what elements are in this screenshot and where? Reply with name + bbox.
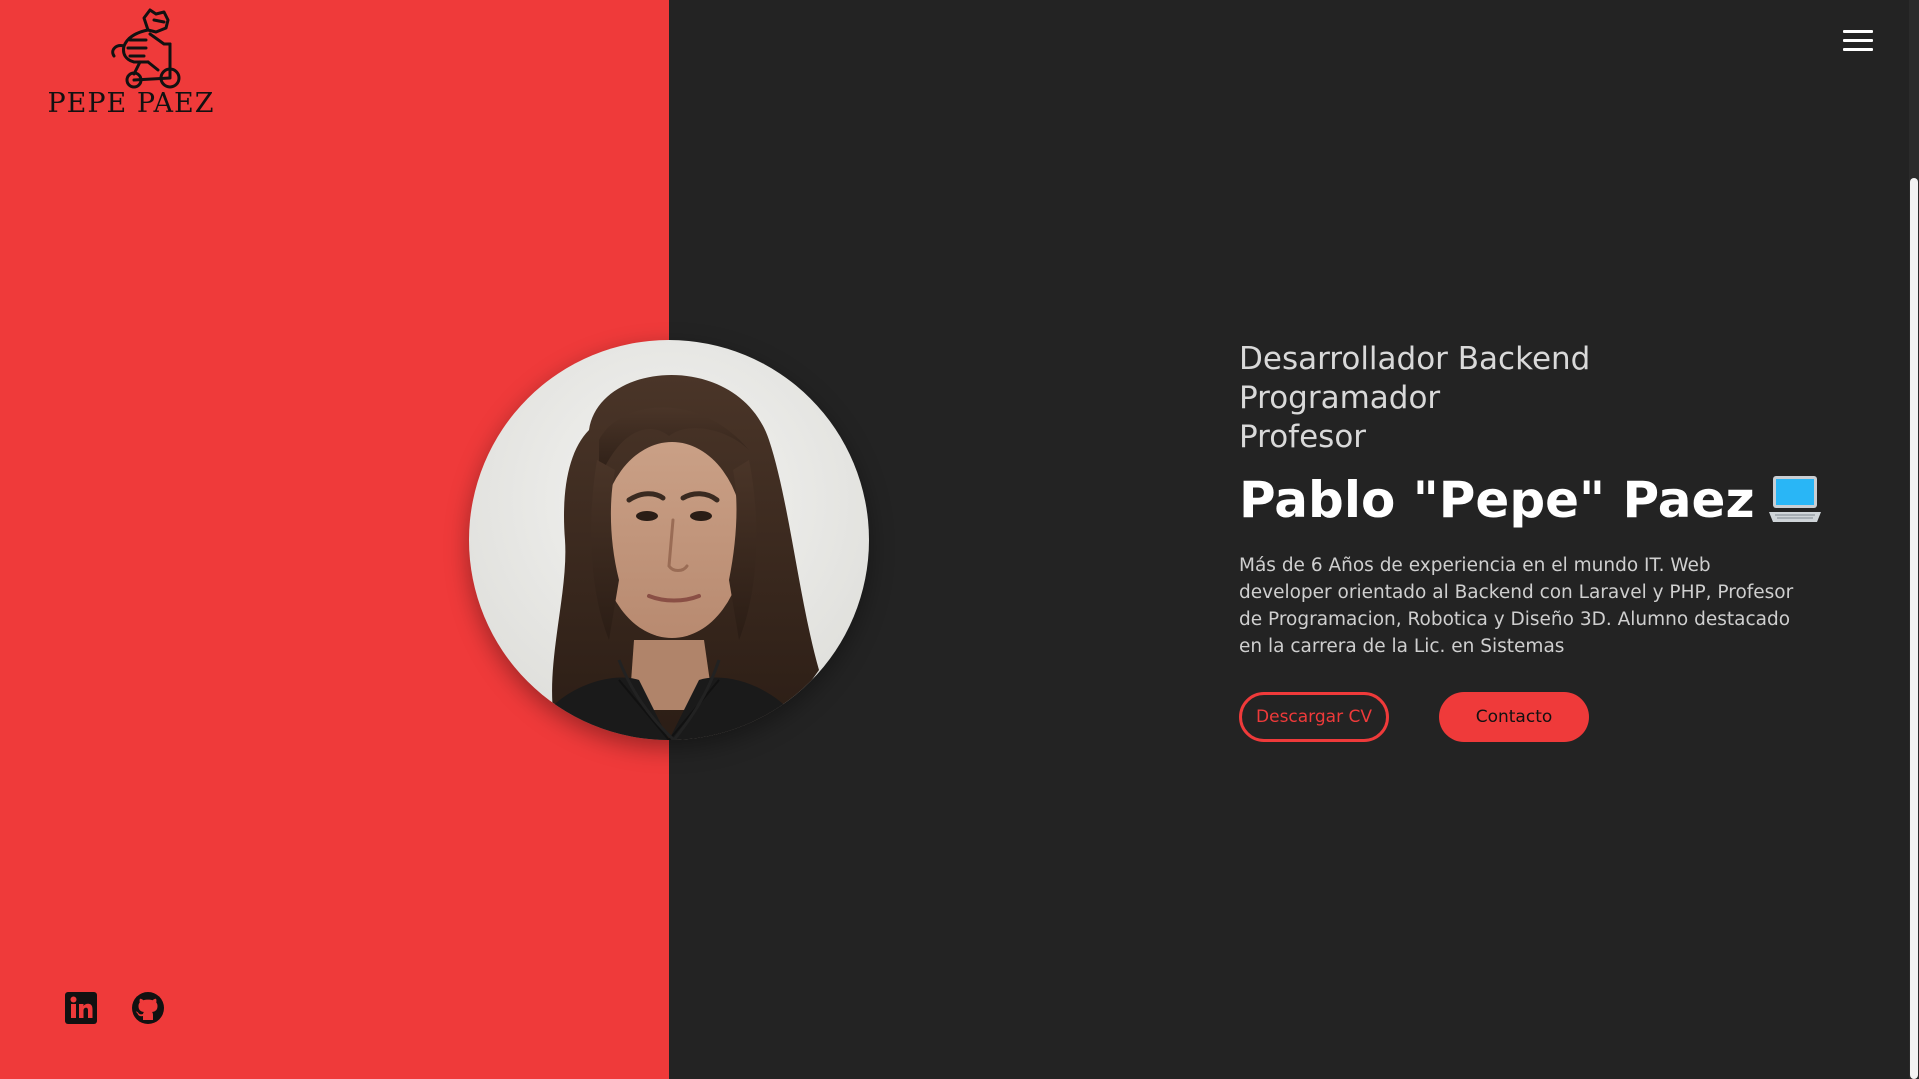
download-cv-button[interactable]: Descargar CV <box>1239 692 1389 742</box>
hamburger-menu-button[interactable] <box>1843 30 1873 52</box>
profile-photo <box>469 340 869 740</box>
logo-text: PEPE PAEZ <box>47 88 215 119</box>
menu-bar <box>1843 48 1873 51</box>
hero-name-text: Pablo "Pepe" Paez <box>1239 471 1755 529</box>
profile-photo-image <box>469 340 869 740</box>
hero-name: Pablo "Pepe" Paez <box>1239 470 1823 530</box>
hero-roles: Desarrollador Backend Programador Profes… <box>1239 340 1590 457</box>
linkedin-icon[interactable] <box>64 991 98 1025</box>
role-item: Profesor <box>1239 419 1367 455</box>
menu-bar <box>1843 30 1873 33</box>
laptop-icon <box>1767 474 1823 526</box>
logo[interactable]: PEPE PAEZ <box>46 4 216 120</box>
hero-description: Más de 6 Años de experiencia en el mundo… <box>1239 555 1794 657</box>
role-item: Desarrollador Backend <box>1239 341 1591 377</box>
role-item: Programador <box>1239 380 1441 416</box>
menu-bar <box>1843 39 1873 42</box>
page: PEPE PAEZ Desarrollador Backend Programa… <box>0 0 1919 1079</box>
scrollbar-thumb[interactable] <box>1910 178 1918 1079</box>
contact-button[interactable]: Contacto <box>1439 692 1589 742</box>
raccoon-bicycle-logo-icon <box>111 8 181 89</box>
github-icon[interactable] <box>131 991 165 1025</box>
